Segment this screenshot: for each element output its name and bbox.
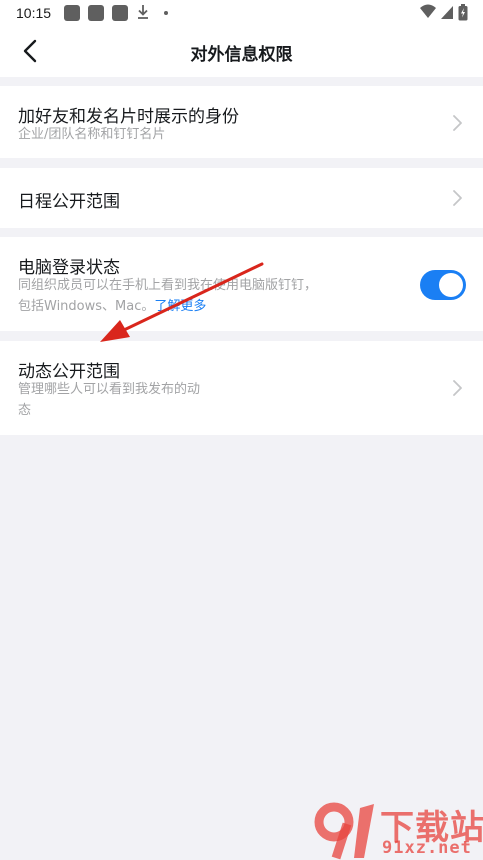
dot-icon — [164, 11, 168, 15]
setting-identity-display[interactable]: 加好友和发名片时展示的身份 企业/团队名称和钉钉名片 — [0, 86, 483, 158]
setting-calendar-visibility[interactable]: 日程公开范围 — [0, 168, 483, 228]
status-bar: 10:15 — [0, 0, 483, 26]
watermark-en: 91xz.net — [382, 838, 472, 858]
subtitle-line: 同组织成员可以在手机上看到我在使用电脑版钉钉， — [18, 278, 318, 293]
notification-icon — [64, 5, 80, 21]
notification-icon — [88, 5, 104, 21]
subtitle-text: 包括Windows、Mac。 — [18, 299, 155, 314]
watermark-91-icon — [314, 802, 374, 860]
setting-subtitle: 管理哪些人可以看到我发布的动 态 — [18, 379, 278, 421]
top-bar: 10:15 对外信息权限 — [0, 0, 483, 77]
setting-moments-visibility[interactable]: 动态公开范围 管理哪些人可以看到我发布的动 态 — [0, 341, 483, 435]
setting-subtitle: 企业/团队名称和钉钉名片 — [18, 127, 166, 142]
subtitle-line: 态 — [18, 403, 32, 418]
watermark-logo: 下载站 91xz.net — [310, 800, 483, 860]
nav-bar: 对外信息权限 — [0, 26, 483, 77]
subtitle-line: 管理哪些人可以看到我发布的动 — [18, 382, 201, 397]
learn-more-link[interactable]: 了解更多 — [154, 299, 206, 314]
subtitle-line: 包括Windows、Mac。了解更多 — [18, 296, 408, 317]
chevron-right-icon — [453, 115, 462, 131]
chevron-right-icon — [453, 190, 462, 206]
download-icon — [138, 5, 148, 19]
page-title: 对外信息权限 — [190, 45, 293, 65]
setting-subtitle: 同组织成员可以在手机上看到我在使用电脑版钉钉， 包括Windows、Mac。了解… — [18, 275, 408, 317]
setting-pc-login-status: 电脑登录状态 同组织成员可以在手机上看到我在使用电脑版钉钉， 包括Windows… — [0, 237, 483, 331]
toggle-knob — [439, 273, 463, 297]
setting-title: 日程公开范围 — [18, 192, 120, 212]
chevron-right-icon — [453, 380, 462, 396]
battery-icon — [458, 4, 468, 21]
notification-icon — [112, 5, 128, 21]
pc-login-status-toggle[interactable] — [420, 270, 466, 300]
signal-icon — [441, 6, 453, 19]
wifi-icon — [420, 4, 436, 18]
status-time: 10:15 — [16, 5, 52, 21]
